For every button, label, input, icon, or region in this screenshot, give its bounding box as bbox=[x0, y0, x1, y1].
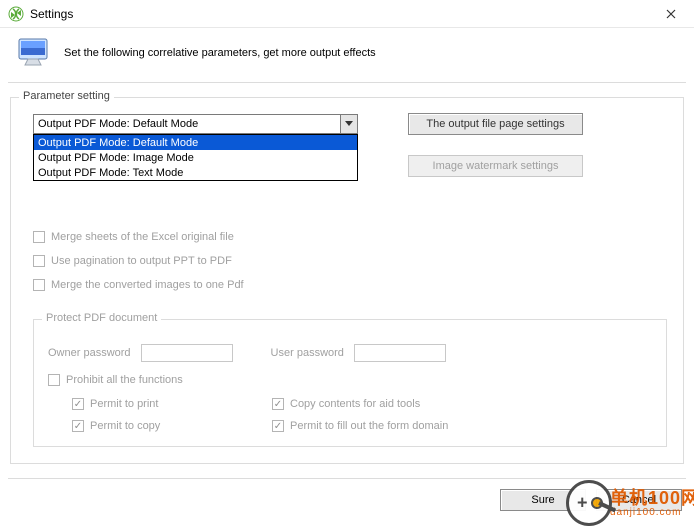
copy-aid-checkbox[interactable]: ✓ bbox=[272, 398, 284, 410]
page-settings-button[interactable]: The output file page settings bbox=[408, 113, 583, 135]
option-text-mode[interactable]: Output PDF Mode: Text Mode bbox=[34, 165, 357, 180]
merge-excel-checkbox[interactable] bbox=[33, 231, 45, 243]
button-label: Image watermark settings bbox=[433, 160, 559, 172]
monitor-icon bbox=[18, 38, 50, 68]
parameter-groupbox: Parameter setting Output PDF Mode: Defau… bbox=[10, 97, 684, 464]
merge-excel-label: Merge sheets of the Excel original file bbox=[51, 231, 234, 243]
combobox-text: Output PDF Mode: Default Mode bbox=[38, 118, 198, 130]
header-text: Set the following correlative parameters… bbox=[64, 47, 376, 59]
permit-print-label: Permit to print bbox=[90, 398, 158, 410]
copy-aid-label: Copy contents for aid tools bbox=[290, 398, 420, 410]
watermark-settings-button[interactable]: Image watermark settings bbox=[408, 155, 583, 177]
permit-copy-label: Permit to copy bbox=[90, 420, 160, 432]
header: Set the following correlative parameters… bbox=[0, 28, 694, 82]
dialog-buttons: Sure Cancel bbox=[0, 479, 694, 521]
button-label: Sure bbox=[531, 494, 554, 506]
dropdown-button[interactable] bbox=[340, 115, 357, 133]
prohibit-checkbox[interactable] bbox=[48, 374, 60, 386]
owner-password-input[interactable] bbox=[141, 344, 233, 362]
permit-fill-form-checkbox[interactable]: ✓ bbox=[272, 420, 284, 432]
pagination-ppt-checkbox[interactable] bbox=[33, 255, 45, 267]
owner-password-label: Owner password bbox=[48, 347, 131, 359]
close-icon bbox=[666, 9, 676, 19]
user-password-input[interactable] bbox=[354, 344, 446, 362]
permit-fill-form-label: Permit to fill out the form domain bbox=[290, 420, 448, 432]
protect-group-label: Protect PDF document bbox=[42, 312, 161, 324]
option-default-mode[interactable]: Output PDF Mode: Default Mode bbox=[34, 135, 357, 150]
merge-images-label: Merge the converted images to one Pdf bbox=[51, 279, 244, 291]
close-button[interactable] bbox=[656, 0, 686, 28]
prohibit-label: Prohibit all the functions bbox=[66, 374, 183, 386]
cancel-button[interactable]: Cancel bbox=[596, 489, 682, 511]
option-image-mode[interactable]: Output PDF Mode: Image Mode bbox=[34, 150, 357, 165]
pagination-ppt-label: Use pagination to output PPT to PDF bbox=[51, 255, 232, 267]
app-icon bbox=[8, 6, 24, 22]
button-label: Cancel bbox=[622, 494, 656, 506]
sure-button[interactable]: Sure bbox=[500, 489, 586, 511]
permit-print-checkbox[interactable]: ✓ bbox=[72, 398, 84, 410]
output-mode-combobox[interactable]: Output PDF Mode: Default Mode bbox=[33, 114, 358, 134]
user-password-label: User password bbox=[271, 347, 344, 359]
permit-copy-checkbox[interactable]: ✓ bbox=[72, 420, 84, 432]
merge-images-checkbox[interactable] bbox=[33, 279, 45, 291]
protect-groupbox: Protect PDF document Owner password User… bbox=[33, 319, 667, 447]
window-title: Settings bbox=[30, 7, 73, 21]
output-mode-dropdown: Output PDF Mode: Default Mode Output PDF… bbox=[33, 134, 358, 181]
button-label: The output file page settings bbox=[426, 118, 564, 130]
parameter-group-label: Parameter setting bbox=[19, 90, 114, 102]
titlebar: Settings bbox=[0, 0, 694, 28]
chevron-down-icon bbox=[345, 121, 353, 127]
